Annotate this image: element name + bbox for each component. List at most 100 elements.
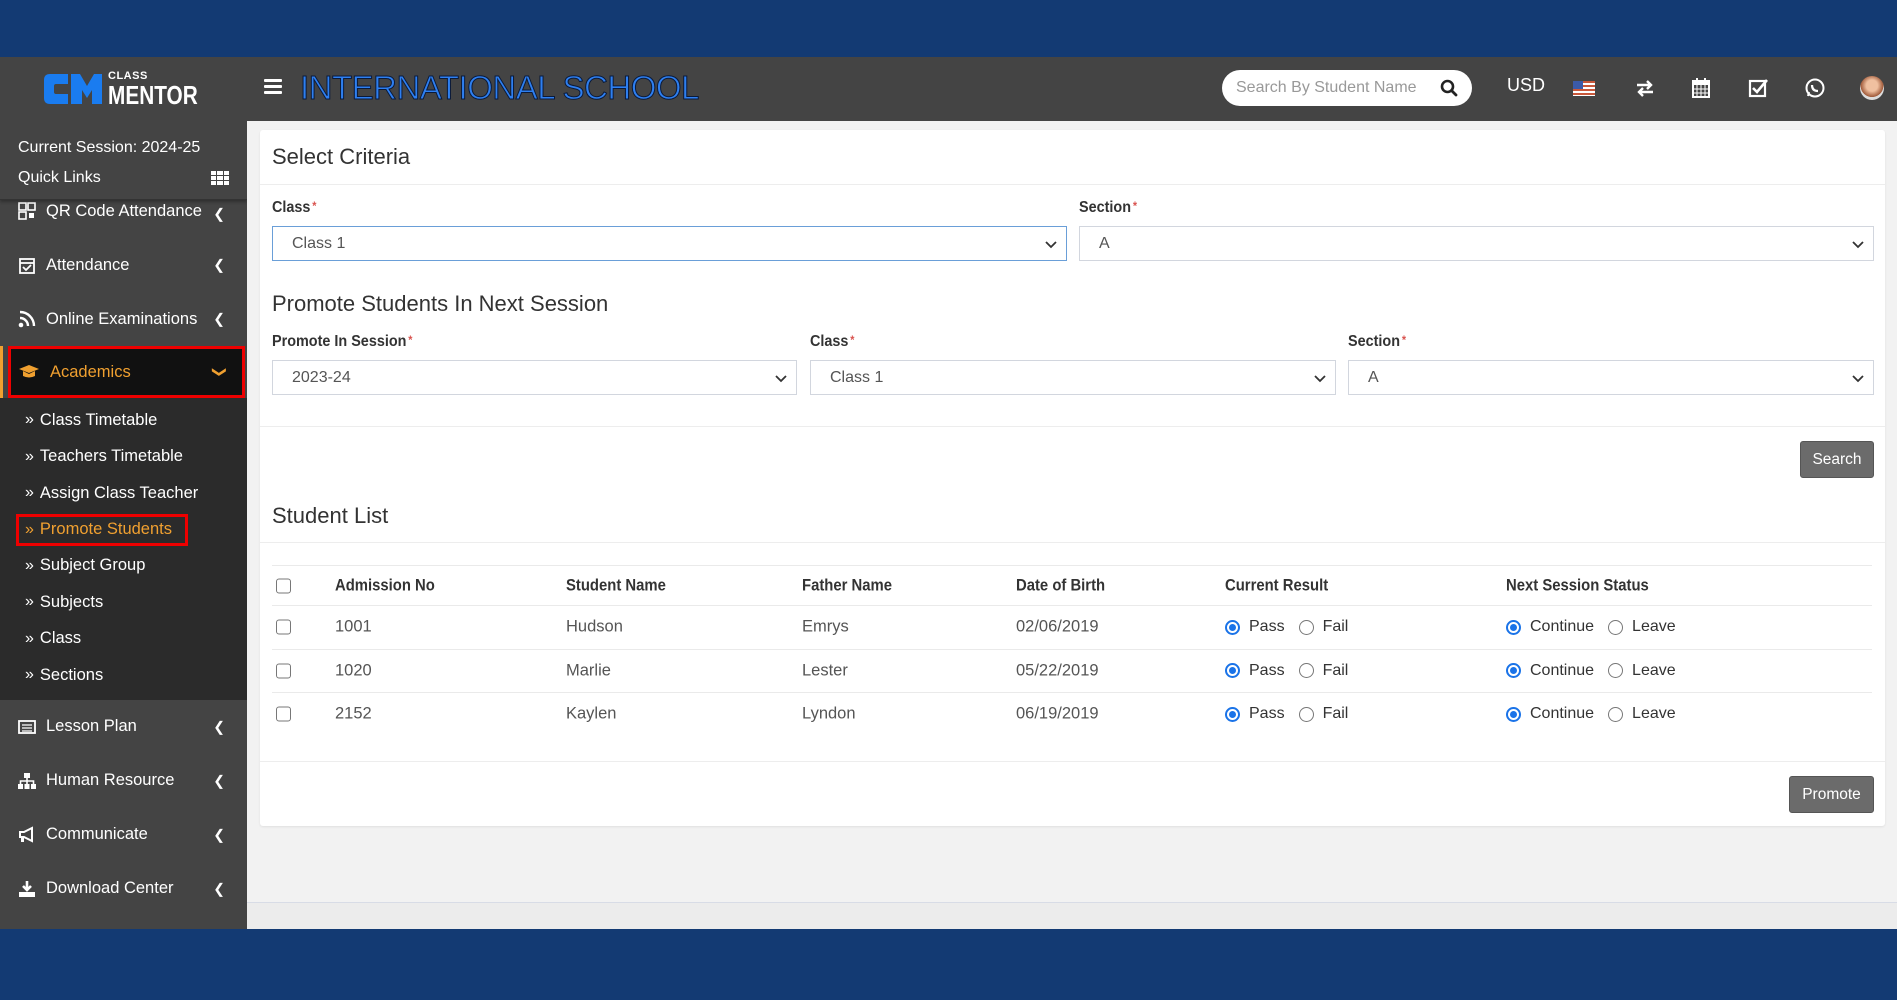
- main-content: Select Criteria Class * Class 1 Section * …: [247, 121, 1897, 929]
- bullhorn-icon: [19, 825, 33, 843]
- class-select[interactable]: Class 1: [272, 226, 1067, 261]
- sidebar-item-qr-code-attendance[interactable]: QR Code Attendance ❮: [0, 200, 247, 238]
- column-header: Admission No: [335, 576, 435, 594]
- fail-label: Fail: [1322, 705, 1349, 723]
- submenu-item-promote-students[interactable]: » Promote Students: [16, 513, 188, 546]
- student-search-input[interactable]: [1236, 79, 1426, 97]
- leave-radio[interactable]: [1608, 663, 1624, 679]
- student-name: Marlie: [566, 661, 611, 680]
- submenu-label: Subjects: [39, 592, 104, 611]
- promote-class-select[interactable]: Class 1: [810, 360, 1336, 395]
- sidebar-item-label: Download Center: [46, 879, 174, 897]
- submenu-item-class[interactable]: » Class: [0, 621, 247, 658]
- currency-selector[interactable]: USD: [1507, 75, 1545, 96]
- sidebar-item-lesson-plan[interactable]: Lesson Plan ❮: [0, 700, 247, 754]
- current-result-group: Pass Fail: [1225, 662, 1362, 680]
- submenu-label: Class Timetable: [39, 410, 158, 429]
- submenu-item-teachers-timetable[interactable]: » Teachers Timetable: [0, 439, 247, 476]
- sidebar-item-human-resource[interactable]: Human Resource ❮: [0, 754, 247, 808]
- submenu-item-sections[interactable]: » Sections: [0, 657, 247, 694]
- current-result-group: Pass Fail: [1225, 618, 1362, 636]
- leave-radio[interactable]: [1608, 619, 1624, 635]
- exchange-icon[interactable]: [1634, 77, 1656, 99]
- calendar-icon[interactable]: [1690, 77, 1712, 99]
- student-list-title: Student List: [272, 503, 389, 528]
- sidebar-item-download-center[interactable]: Download Center ❮: [0, 862, 247, 916]
- row-checkbox[interactable]: [276, 706, 291, 722]
- class-label: Class *: [272, 199, 317, 216]
- leave-label: Leave: [1632, 661, 1676, 679]
- row-checkbox[interactable]: [276, 619, 291, 635]
- submenu-label: Subject Group: [39, 556, 146, 575]
- logo-big-text: MENTOR: [108, 79, 198, 110]
- logo[interactable]: CLASS MENTOR: [40, 69, 220, 109]
- chevron-down-icon: ❮: [209, 366, 226, 378]
- fail-radio[interactable]: [1298, 663, 1314, 679]
- date-of-birth: 05/22/2019: [1016, 661, 1099, 680]
- double-chevron-right-icon: »: [25, 666, 34, 684]
- chevron-left-icon: ❮: [213, 256, 225, 273]
- quick-links-label[interactable]: Quick Links: [18, 167, 101, 189]
- chevron-left-icon: ❮: [213, 205, 225, 222]
- sidebar-item-attendance[interactable]: Attendance ❮: [0, 238, 247, 292]
- submenu-item-class-timetable[interactable]: » Class Timetable: [0, 402, 247, 439]
- father-name: Emrys: [802, 617, 849, 636]
- submenu-label: Sections: [39, 665, 104, 684]
- divider: [260, 542, 1885, 543]
- user-avatar[interactable]: [1860, 76, 1884, 100]
- select-all-checkbox[interactable]: [276, 578, 291, 593]
- promote-students-card: Select Criteria Class * Class 1 Section * …: [260, 130, 1885, 826]
- father-name: Lester: [802, 661, 848, 680]
- pass-radio[interactable]: [1225, 706, 1240, 722]
- pass-label: Pass: [1249, 661, 1285, 679]
- promote-section-select[interactable]: A: [1348, 360, 1874, 395]
- submenu-item-assign-class-teacher[interactable]: » Assign Class Teacher: [0, 475, 247, 512]
- sidebar-item-label: Lesson Plan: [46, 717, 137, 735]
- hamburger-menu-icon[interactable]: [264, 79, 282, 95]
- continue-radio[interactable]: [1506, 619, 1521, 635]
- continue-radio[interactable]: [1506, 706, 1521, 722]
- sidebar-item-homework[interactable]: Homework ❮: [0, 916, 247, 930]
- column-header: Date of Birth: [1016, 576, 1106, 594]
- promote-section-value: A: [1368, 368, 1379, 386]
- sidebar-item-label: Communicate: [46, 825, 148, 843]
- section-select[interactable]: A: [1079, 226, 1874, 261]
- submenu-label: Promote Students: [39, 520, 172, 538]
- double-chevron-right-icon: »: [25, 556, 34, 574]
- promote-button[interactable]: Promote: [1789, 776, 1874, 813]
- leave-radio[interactable]: [1608, 706, 1624, 722]
- horizontal-scrollbar[interactable]: [247, 902, 1897, 929]
- promote-session-select[interactable]: 2023-24: [272, 360, 797, 395]
- pass-radio[interactable]: [1225, 663, 1240, 679]
- table-row: 1020 Marlie Lester 05/22/2019 Pass Fail …: [272, 648, 1872, 693]
- task-check-icon[interactable]: [1747, 77, 1769, 99]
- search-icon[interactable]: [1440, 79, 1458, 97]
- us-flag-icon[interactable]: [1573, 77, 1595, 99]
- top-header: CLASS MENTOR INTERNATIONAL SCHOOL USD: [0, 57, 1897, 121]
- fail-radio[interactable]: [1298, 619, 1314, 635]
- section-select-value: A: [1099, 234, 1110, 252]
- search-button[interactable]: Search: [1800, 441, 1874, 478]
- qrcode-icon: [18, 202, 36, 220]
- student-name: Kaylen: [566, 704, 617, 723]
- sidebar-item-communicate[interactable]: Communicate ❮: [0, 808, 247, 862]
- submenu-label: Assign Class Teacher: [39, 483, 199, 502]
- calendar-check-icon: [19, 258, 35, 274]
- student-search-box[interactable]: [1222, 70, 1472, 106]
- submenu-item-subject-group[interactable]: » Subject Group: [0, 548, 247, 585]
- promote-session-label: Promote In Session *: [272, 333, 413, 350]
- class-select-value: Class 1: [292, 234, 346, 252]
- school-name: INTERNATIONAL SCHOOL: [300, 69, 700, 107]
- sidebar-item-online-examinations[interactable]: Online Examinations ❮: [0, 292, 247, 346]
- pass-radio[interactable]: [1225, 619, 1240, 635]
- date-of-birth: 06/19/2019: [1016, 704, 1099, 723]
- chevron-down-icon: [1045, 241, 1057, 249]
- pass-label: Pass: [1249, 705, 1285, 723]
- fail-radio[interactable]: [1298, 706, 1314, 722]
- grid-icon[interactable]: [211, 171, 229, 185]
- continue-radio[interactable]: [1506, 663, 1521, 679]
- row-checkbox[interactable]: [276, 663, 291, 679]
- whatsapp-icon[interactable]: [1804, 77, 1826, 99]
- sidebar-item-academics[interactable]: Academics ❮: [0, 346, 245, 398]
- submenu-item-subjects[interactable]: » Subjects: [0, 584, 247, 621]
